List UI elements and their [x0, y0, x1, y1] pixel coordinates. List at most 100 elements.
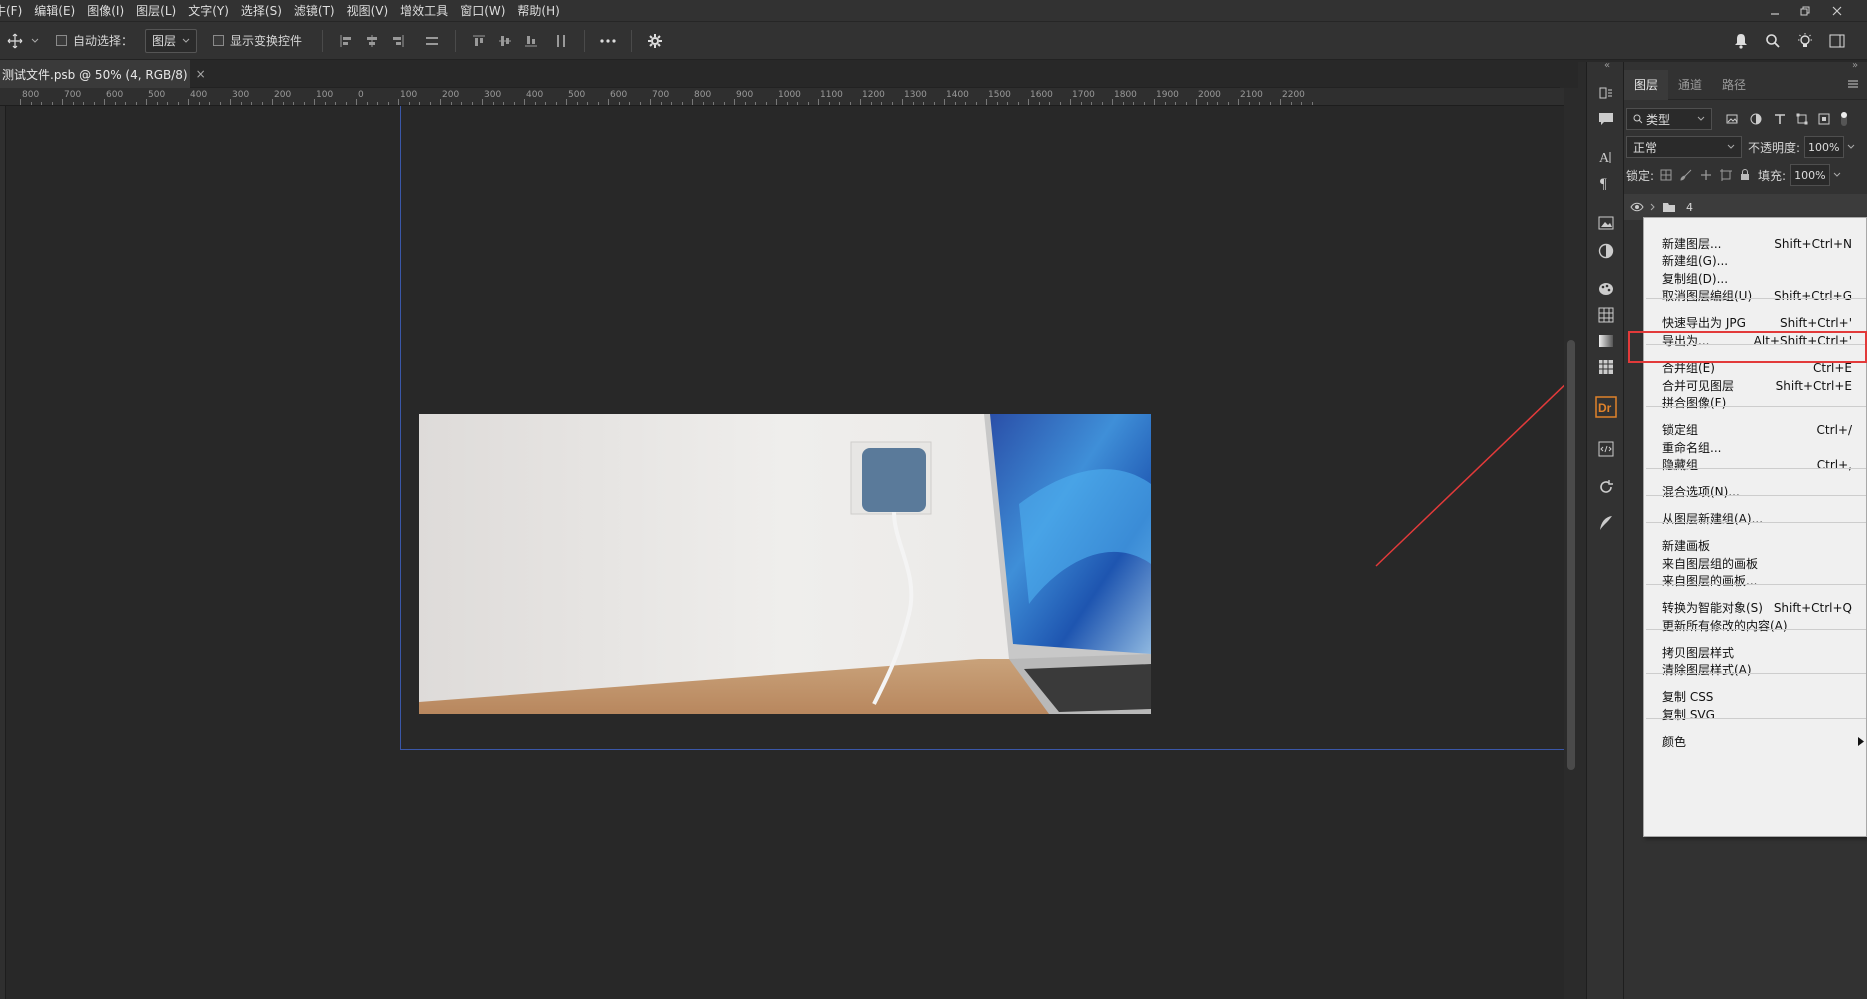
gear-icon[interactable]: [642, 28, 668, 54]
eye-icon[interactable]: [1630, 202, 1644, 212]
fill-input[interactable]: 100%: [1790, 164, 1831, 186]
context-menu-item-label: 新建画板: [1662, 539, 1711, 553]
align-bottom-icon[interactable]: [518, 28, 544, 54]
context-menu-item[interactable]: 更新所有修改的内容(A): [1644, 615, 1867, 636]
menu-view[interactable]: 视图(V): [341, 0, 395, 22]
auto-select-checkbox[interactable]: [56, 35, 67, 46]
context-menu-item-shortcut: Shift+Ctrl+N: [1774, 236, 1852, 251]
close-tab-icon[interactable]: ×: [196, 67, 206, 81]
paragraph-icon[interactable]: ¶: [1593, 170, 1619, 196]
character-icon[interactable]: A: [1593, 144, 1619, 170]
refresh-icon[interactable]: [1593, 474, 1619, 500]
ruler-minor-tick: [996, 102, 998, 105]
ruler-minor-tick: [545, 102, 546, 105]
feather-icon[interactable]: [1593, 510, 1619, 536]
expand-chevron-icon[interactable]: [1650, 203, 1656, 211]
scrollbar-thumb[interactable]: [1567, 340, 1575, 770]
libraries-icon[interactable]: [1593, 210, 1619, 236]
document-tab-bar: [0, 60, 1560, 88]
lightbulb-icon[interactable]: [1792, 28, 1818, 54]
ruler-tick: [650, 99, 651, 105]
collapse-left-icon[interactable]: «: [1604, 60, 1610, 71]
distribute-icon[interactable]: [419, 28, 445, 54]
workspace-icon[interactable]: [1824, 28, 1850, 54]
distribute-vertical-icon[interactable]: [548, 28, 574, 54]
menu-type[interactable]: 文字(Y): [182, 0, 235, 22]
context-menu-item[interactable]: 复制 SVG: [1644, 704, 1867, 725]
menu-edit[interactable]: 编辑(E): [28, 0, 81, 22]
comment-icon[interactable]: [1593, 106, 1619, 132]
filter-adjustment-icon[interactable]: [1750, 113, 1762, 125]
align-right-icon[interactable]: [385, 28, 411, 54]
filter-toggle-icon[interactable]: [1840, 111, 1848, 127]
ruler-minor-tick: [51, 102, 53, 105]
menu-image[interactable]: 图像(I): [81, 0, 130, 22]
menu-layer[interactable]: 图层(L): [130, 0, 182, 22]
chevron-down-icon[interactable]: [28, 38, 42, 44]
filter-smart-object-icon[interactable]: [1818, 113, 1830, 125]
lock-transparent-icon[interactable]: [1660, 169, 1672, 181]
menu-select[interactable]: 选择(S): [235, 0, 288, 22]
filter-shape-icon[interactable]: [1796, 113, 1808, 125]
blend-mode-dropdown[interactable]: 正常: [1626, 136, 1742, 158]
align-top-icon[interactable]: [466, 28, 492, 54]
search-icon[interactable]: [1760, 28, 1786, 54]
auto-select-dropdown[interactable]: 图层: [145, 28, 198, 53]
chevron-down-icon: [182, 38, 190, 43]
lock-artboard-icon[interactable]: [1720, 169, 1733, 181]
context-menu-item[interactable]: 混合选项(N)...: [1644, 481, 1867, 502]
layer-name[interactable]: 4: [1686, 201, 1693, 214]
history-icon[interactable]: [1593, 80, 1619, 106]
menu-filter[interactable]: 滤镜(T): [288, 0, 341, 22]
document-tab[interactable]: 测试文件.psb @ 50% (4, RGB/8) ×: [0, 60, 206, 88]
opacity-input[interactable]: 100%: [1804, 136, 1845, 158]
context-menu-item[interactable]: 清除图层样式(A): [1644, 659, 1867, 680]
ruler-tick: [272, 99, 273, 105]
dimension-plugin-icon[interactable]: Dr: [1593, 394, 1619, 420]
align-middle-icon[interactable]: [492, 28, 518, 54]
lock-brush-icon[interactable]: [1680, 169, 1692, 181]
context-menu-item[interactable]: 拼合图像(F): [1644, 392, 1867, 413]
adjustments-icon[interactable]: [1593, 238, 1619, 264]
bell-icon[interactable]: [1728, 28, 1754, 54]
tab-paths[interactable]: 路径: [1712, 70, 1756, 100]
chevron-down-icon[interactable]: [1833, 172, 1841, 178]
context-menu-item[interactable]: 隐藏组 Ctrl+,: [1644, 454, 1867, 475]
tab-layers[interactable]: 图层: [1624, 69, 1669, 100]
canvas-area[interactable]: [6, 106, 1570, 999]
minimize-icon[interactable]: [1762, 0, 1788, 22]
more-options-icon[interactable]: [595, 28, 621, 54]
align-left-icon[interactable]: [333, 28, 359, 54]
ruler-minor-tick: [240, 102, 242, 105]
menu-plugins[interactable]: 增效工具: [394, 0, 454, 22]
context-menu-item[interactable]: 来自图层的画板...: [1644, 570, 1867, 591]
patterns-icon[interactable]: [1593, 354, 1619, 380]
menu-help[interactable]: 帮助(H): [511, 0, 565, 22]
swatches-icon[interactable]: [1593, 302, 1619, 328]
ruler-tick-label: 400: [190, 90, 208, 100]
context-menu-item[interactable]: 从图层新建组(A)...: [1644, 508, 1867, 529]
align-center-icon[interactable]: [359, 28, 385, 54]
ruler-minor-tick: [965, 102, 966, 105]
code-icon[interactable]: [1593, 436, 1619, 462]
restore-icon[interactable]: [1792, 0, 1818, 22]
ruler-minor-tick: [702, 102, 704, 105]
lock-all-icon[interactable]: [1740, 169, 1750, 181]
ruler-tick: [20, 99, 21, 105]
show-transform-checkbox[interactable]: [213, 35, 225, 46]
filter-type-icon[interactable]: [1774, 113, 1786, 125]
move-tool-icon[interactable]: [2, 28, 28, 54]
context-menu-item[interactable]: 颜色: [1644, 731, 1867, 752]
lock-position-icon[interactable]: [1700, 169, 1712, 181]
palette-icon[interactable]: [1593, 276, 1619, 302]
filter-pixel-icon[interactable]: [1726, 113, 1738, 125]
context-menu-item[interactable]: 取消图层编组(U) Shift+Ctrl+G: [1644, 285, 1867, 306]
menu-file[interactable]: 牛(F): [0, 0, 28, 22]
gradient-icon[interactable]: [1593, 328, 1619, 354]
panel-menu-icon[interactable]: [1847, 78, 1859, 90]
chevron-down-icon[interactable]: [1847, 144, 1855, 150]
tab-channels[interactable]: 通道: [1668, 70, 1712, 100]
menu-window[interactable]: 窗口(W): [454, 0, 511, 22]
filter-dropdown[interactable]: 类型: [1626, 108, 1712, 130]
close-window-icon[interactable]: [1824, 0, 1850, 22]
